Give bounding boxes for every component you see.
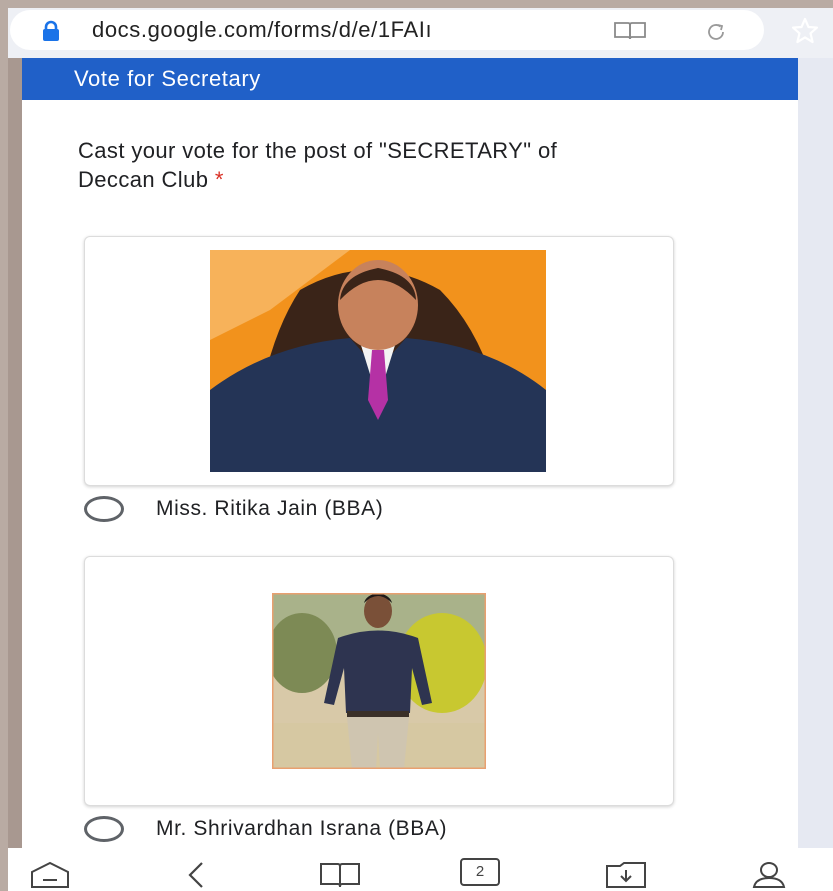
browser-screen: docs.google.com/forms/d/e/1FAIı Vote for… [8, 8, 833, 891]
browser-bottom-bar: 2 [8, 848, 833, 891]
reload-icon[interactable] [704, 20, 728, 44]
profile-icon[interactable] [750, 860, 788, 890]
radio-button[interactable] [84, 816, 124, 842]
back-icon[interactable] [184, 860, 210, 890]
candidate-photo [272, 593, 486, 769]
bookmarks-book-icon[interactable] [318, 860, 362, 890]
lock-icon [43, 20, 59, 41]
right-margin [798, 58, 833, 848]
question-label: Cast your vote for the post of "SECRETAR… [78, 138, 558, 192]
home-icon[interactable] [28, 860, 72, 890]
section-header: Vote for Secretary [22, 58, 798, 100]
candidate-photo [210, 250, 546, 472]
required-marker: * [214, 167, 224, 192]
section-title: Vote for Secretary [74, 66, 261, 91]
option-ritika[interactable]: Miss. Ritika Jain (BBA) [84, 496, 383, 522]
radio-button[interactable] [84, 496, 124, 522]
bookmark-star-icon[interactable] [790, 16, 820, 46]
option-label[interactable]: Miss. Ritika Jain (BBA) [156, 497, 383, 521]
downloads-icon[interactable] [604, 860, 648, 890]
left-edge [8, 58, 22, 848]
address-bar[interactable]: docs.google.com/forms/d/e/1FAIı [10, 10, 764, 50]
reader-mode-icon[interactable] [612, 20, 648, 42]
question-text: Cast your vote for the post of "SECRETAR… [78, 136, 638, 194]
tab-count: 2 [475, 863, 485, 880]
option-shrivardhan[interactable]: Mr. Shrivardhan Israna (BBA) [84, 816, 447, 842]
tabs-button[interactable]: 2 [460, 858, 500, 886]
url-text[interactable]: docs.google.com/forms/d/e/1FAIı [92, 17, 566, 43]
candidate-card-2 [84, 556, 674, 806]
option-label[interactable]: Mr. Shrivardhan Israna (BBA) [156, 817, 447, 841]
form-page: Vote for Secretary Cast your vote for th… [22, 58, 798, 848]
candidate-card-1 [84, 236, 674, 486]
